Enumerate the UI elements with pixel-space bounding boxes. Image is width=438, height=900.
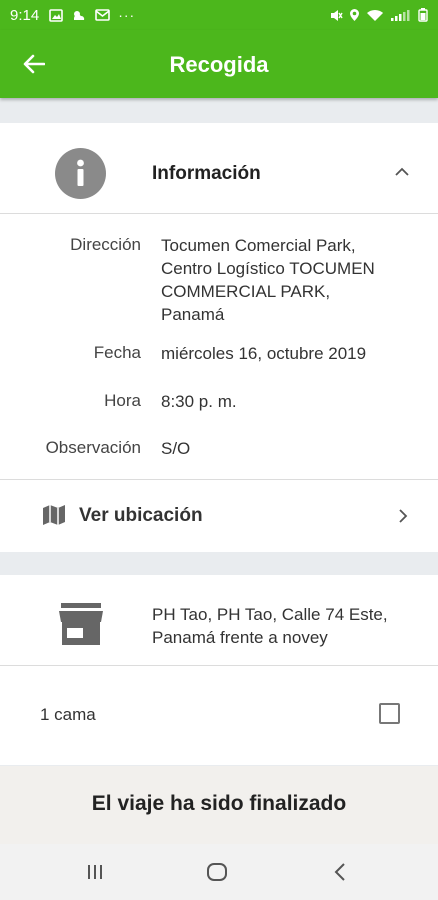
- chevron-up-icon: [395, 167, 409, 176]
- info-icon: [55, 148, 106, 199]
- time-label: Hora: [104, 391, 141, 410]
- mail-icon: [95, 9, 111, 21]
- date-label: Fecha: [93, 343, 141, 362]
- recent-apps-button[interactable]: [80, 859, 110, 885]
- store-address: PH Tao, PH Tao, Calle 74 Este, Panamá fr…: [152, 603, 388, 649]
- back-icon: [334, 863, 345, 881]
- system-nav-bar: [0, 844, 438, 900]
- item-label: 1 cama: [40, 705, 96, 724]
- time-value: 8:30 p. m.: [161, 392, 237, 411]
- signal-icon: [391, 9, 410, 21]
- battery-icon: [418, 8, 428, 22]
- address-value: Tocumen Comercial Park, Centro Logístico…: [161, 234, 375, 326]
- item-checkbox[interactable]: [379, 703, 400, 724]
- home-icon: [207, 863, 227, 881]
- view-location-label: Ver ubicación: [79, 505, 203, 526]
- address-line: COMMERCIAL PARK,: [161, 282, 331, 301]
- page-title: Recogida: [169, 52, 269, 77]
- store-card: PH Tao, PH Tao, Calle 74 Este, Panamá fr…: [0, 575, 438, 765]
- store-address-line: Panamá frente a novey: [152, 628, 328, 647]
- status-notification-icons: ···: [49, 7, 135, 23]
- status-system-icons: [329, 8, 428, 22]
- observation-value: S/O: [161, 439, 191, 458]
- view-location-link[interactable]: Ver ubicación: [0, 479, 438, 552]
- wifi-icon: [367, 9, 383, 21]
- app-bar: Recogida: [0, 30, 438, 98]
- chevron-right-icon: [399, 509, 408, 523]
- divider: [0, 665, 438, 666]
- address-label: Dirección: [70, 235, 141, 254]
- address-line: Panamá: [161, 305, 225, 324]
- status-overflow: ···: [118, 7, 136, 23]
- address-line: Tocumen Comercial Park,: [161, 236, 356, 255]
- nav-back-button[interactable]: [325, 859, 355, 885]
- image-icon: [49, 8, 64, 22]
- date-value: miércoles 16, octubre 2019: [161, 344, 367, 363]
- status-time: 9:14: [10, 6, 40, 24]
- trip-finished-banner: El viaje ha sido finalizado: [0, 766, 438, 844]
- weather-icon: [74, 10, 85, 20]
- store-address-line: PH Tao, PH Tao, Calle 74 Este,: [152, 605, 388, 624]
- observation-label: Observación: [45, 438, 141, 457]
- info-section-title: Información: [152, 163, 261, 184]
- recent-apps-icon: [88, 865, 102, 879]
- address-line: Centro Logístico TOCUMEN: [161, 259, 375, 278]
- mute-icon: [331, 9, 343, 21]
- status-bar: 9:14 ···: [0, 0, 438, 30]
- info-section-header[interactable]: Información: [0, 123, 438, 214]
- location-icon: [350, 9, 359, 21]
- trip-finished-message: El viaje ha sido finalizado: [91, 792, 347, 815]
- map-icon: [43, 505, 65, 525]
- home-button[interactable]: [202, 859, 232, 885]
- store-icon: [59, 603, 103, 645]
- info-card: Información Dirección Tocumen Comercial …: [0, 123, 438, 552]
